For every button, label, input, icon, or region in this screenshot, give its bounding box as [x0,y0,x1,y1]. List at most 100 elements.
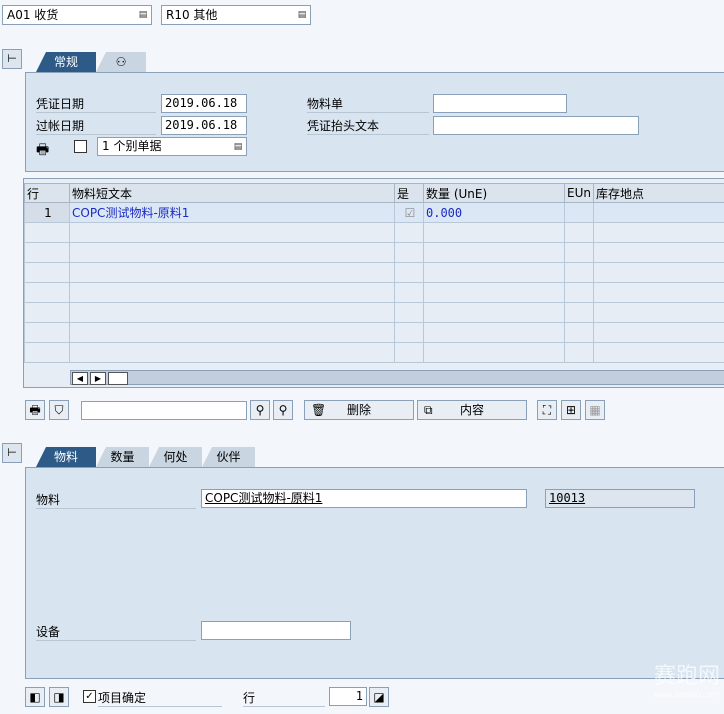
doc-date-label: 凭证日期 [36,96,156,113]
tab-partner[interactable]: ⚇ [96,52,146,72]
material-text-field[interactable]: COPC测试物料-原料1 [201,489,527,508]
filter-button[interactable]: ⛉ [49,400,69,420]
tab-partner-detail[interactable]: 伙伴 [202,447,255,467]
row-qty-cell[interactable]: 0.000 [423,202,565,223]
watermark-url: www.saipao.com [652,690,720,699]
disabled-button: ▦ [585,400,605,420]
hierarchy-icon: ⊞ [565,403,577,417]
horizontal-scrollbar[interactable]: ◀ ▶ [70,370,724,385]
scroll-left-icon[interactable]: ◀ [72,372,88,385]
item-ok-checkbox[interactable]: ✓ [83,690,96,703]
find-button[interactable]: ⚲ [250,400,270,420]
tab-general[interactable]: 常规 [36,52,96,72]
hierarchy-button[interactable]: ⊞ [561,400,581,420]
find-next-button[interactable]: ⚲ [273,400,293,420]
stack-icon: ▦ [589,403,601,417]
reference-select[interactable]: R10 其他 ▤ [161,5,311,25]
table-row[interactable] [24,342,724,363]
binoculars-icon: ⚲ [255,403,265,417]
col-header-eun[interactable]: EUn [564,183,594,203]
header-text-field[interactable] [433,116,639,135]
table-row[interactable] [24,262,724,283]
material-slip-label: 物料单 [307,96,429,113]
watermark: 赛跑网 www.saipao.com [600,658,720,699]
row-eun-cell[interactable] [564,202,594,223]
table-row[interactable] [24,322,724,343]
tab-where[interactable]: 何处 [149,447,202,467]
filter-icon: ⛉ [54,403,64,417]
material-slip-field[interactable] [433,94,567,113]
tab-label: 数量 [110,450,135,464]
items-table: 行 物料短文本 是 数量 (UnE) EUn 库存地点 1 COPC测试物料-原… [24,183,724,363]
find-next-icon: ⚲ [278,403,288,417]
print-icon[interactable]: 🖶 [36,139,49,163]
reference-value: R10 其他 [166,8,218,22]
row-ok-checkbox[interactable]: ☑ [394,202,424,223]
row-text-cell[interactable]: COPC测试物料-原料1 [69,202,395,223]
previous-item-button[interactable]: ◧ [25,687,45,707]
copy-icon: ⧉ [424,403,433,417]
row-sloc-cell[interactable] [593,202,724,223]
delete-label: 删除 [346,403,371,417]
table-header-row: 行 物料短文本 是 数量 (UnE) EUn 库存地点 [24,183,724,203]
material-label: 物料 [36,492,196,509]
table-row[interactable]: 1 COPC测试物料-原料1 ☑ 0.000 [24,202,724,223]
tab-material[interactable]: 物料 [36,447,96,467]
table-row[interactable] [24,282,724,303]
col-header-ok[interactable]: 是 [394,183,424,203]
scroll-right-icon[interactable]: ▶ [90,372,106,385]
tab-label: 常规 [53,55,78,69]
collapse-header-button[interactable]: ⊢ [2,49,22,69]
equipment-label: 设备 [36,624,196,641]
dropdown-icon[interactable]: ▤ [296,8,308,22]
dropdown-icon[interactable]: ▤ [232,140,244,154]
post-date-field[interactable]: 2019.06.18 [161,116,247,135]
header-text-label: 凭证抬头文本 [307,118,429,135]
print-checkbox[interactable] [74,140,87,153]
expand-button[interactable]: ⛶ [537,400,557,420]
col-header-sloc[interactable]: 库存地点 [593,183,724,203]
row-line-cell[interactable]: 1 [24,202,70,223]
previous-icon: ◧ [29,690,41,704]
equipment-field[interactable] [201,621,351,640]
tab-label: 何处 [163,450,188,464]
line-number-field[interactable]: 1 [329,687,367,706]
trash-icon: 🗑 [311,403,327,417]
next-item-button[interactable]: ◨ [49,687,69,707]
table-row[interactable] [24,242,724,263]
post-date-label: 过帐日期 [36,118,156,135]
movement-type-select[interactable]: A01 收货 ▤ [2,5,152,25]
next-icon: ◨ [53,690,65,704]
material-code-value: 10013 [549,491,586,505]
col-header-line[interactable]: 行 [24,183,70,203]
people-icon: ⚇ [115,55,127,69]
line-label: 行 [243,690,325,707]
doc-date-field[interactable]: 2019.06.18 [161,94,247,113]
content-button[interactable]: ⧉ 内容 [417,400,527,420]
tab-label: 物料 [53,450,78,464]
print-list-button[interactable]: 🖶 [25,400,45,420]
collapse-detail-button[interactable]: ⊢ [2,443,22,463]
goto-icon: ◪ [373,690,385,704]
delete-button[interactable]: 🗑 删除 [304,400,414,420]
item-ok-label: 项目确定 [98,690,222,707]
goto-line-button[interactable]: ◪ [369,687,389,707]
tab-label: 伙伴 [216,450,241,464]
table-search-input[interactable] [81,401,247,420]
print-icon: 🖶 [29,403,41,417]
scroll-thumb[interactable] [108,372,128,385]
tab-quantity[interactable]: 数量 [96,447,149,467]
movement-type-value: A01 收货 [7,8,59,22]
material-text-value: COPC测试物料-原料1 [205,491,323,505]
table-row[interactable] [24,222,724,243]
slip-type-select[interactable]: 1 个别单据 ▤ [97,137,247,156]
col-header-qty[interactable]: 数量 (UnE) [423,183,565,203]
watermark-text: 赛跑网 [653,664,720,689]
material-code-field: 10013 [545,489,695,508]
slip-type-value: 1 个别单据 [102,139,162,153]
dropdown-icon[interactable]: ▤ [137,8,149,22]
expand-icon: ⛶ [542,403,552,417]
col-header-text[interactable]: 物料短文本 [69,183,395,203]
content-label: 内容 [459,403,484,417]
table-row[interactable] [24,302,724,323]
